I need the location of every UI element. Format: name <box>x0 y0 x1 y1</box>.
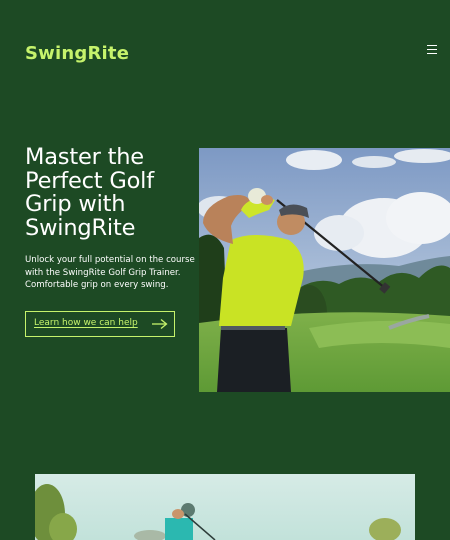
learn-more-button[interactable]: Learn how we can help <box>25 311 175 337</box>
brand-logo[interactable]: SwingRite <box>25 43 129 64</box>
hero-title: Master the Perfect Golf Grip with SwingR… <box>25 144 154 241</box>
arrow-right-icon <box>152 318 168 330</box>
learn-more-button-label: Learn how we can help <box>34 318 138 328</box>
site-header: SwingRite <box>0 0 450 110</box>
golf-course-photo <box>35 474 415 540</box>
hero-description: Unlock your full potential on the course… <box>25 255 195 290</box>
golfer-swing-photo <box>199 148 450 392</box>
hamburger-menu-icon[interactable] <box>424 43 440 57</box>
